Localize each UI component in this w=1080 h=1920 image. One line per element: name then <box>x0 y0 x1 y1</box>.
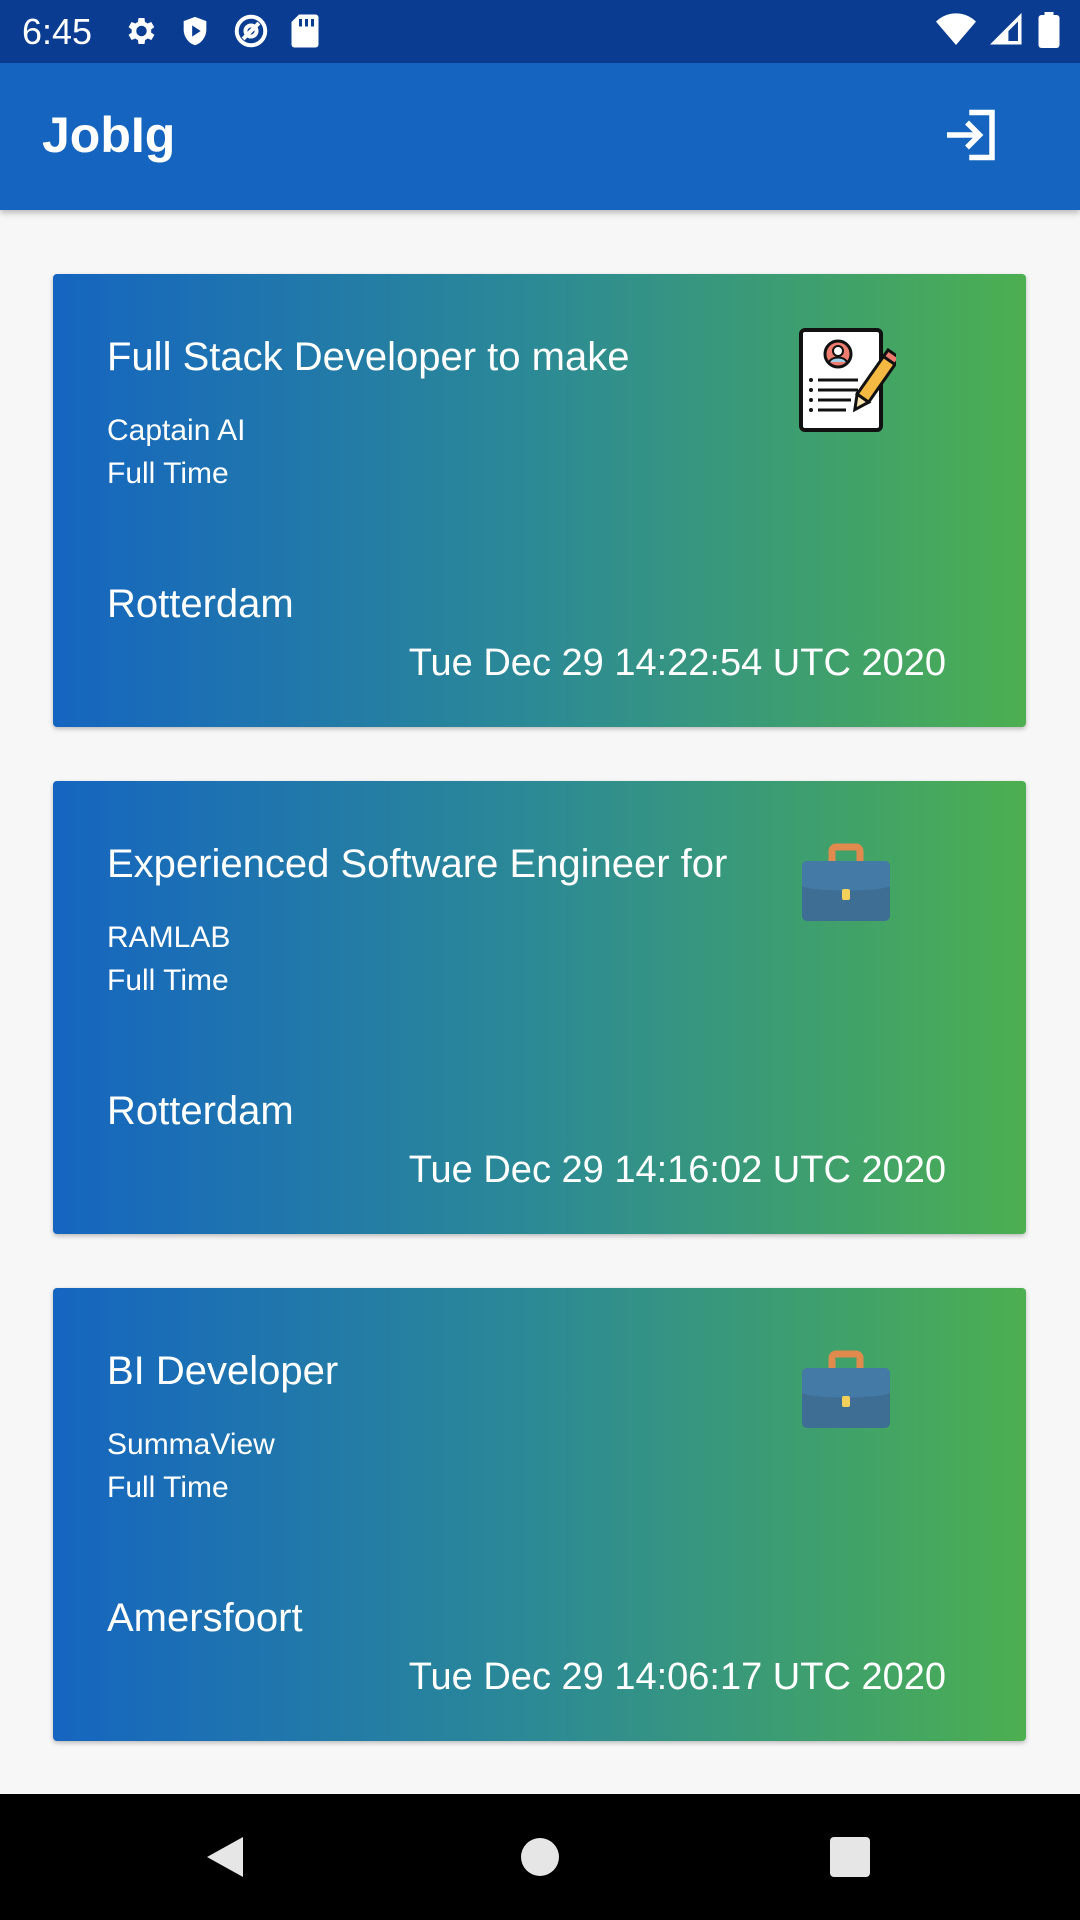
job-location: Rotterdam <box>107 582 294 626</box>
back-button[interactable] <box>192 1824 258 1890</box>
back-icon <box>207 1837 243 1877</box>
job-title: Full Stack Developer to make <box>107 335 630 379</box>
job-date: Tue Dec 29 14:06:17 UTC 2020 <box>408 1656 946 1698</box>
app-bar: JobIg <box>0 63 1080 210</box>
job-card[interactable]: BI Developer SummaView Full Time Amersfo… <box>53 1288 1026 1741</box>
job-card[interactable]: Full Stack Developer to make Captain AI … <box>53 274 1026 727</box>
job-type: Full Time <box>107 457 229 490</box>
login-button[interactable] <box>940 103 1004 167</box>
job-company: RAMLAB <box>107 921 231 954</box>
sd-card-icon <box>291 14 319 48</box>
job-card[interactable]: Experienced Software Engineer for RAMLAB… <box>53 781 1026 1234</box>
battery-icon <box>1038 12 1060 48</box>
resume-icon <box>799 328 896 432</box>
job-title: BI Developer <box>107 1349 339 1393</box>
at-sign-icon <box>234 14 268 48</box>
job-location: Rotterdam <box>107 1089 294 1133</box>
briefcase-icon <box>802 843 890 921</box>
briefcase-icon <box>802 1350 890 1428</box>
job-date: Tue Dec 29 14:22:54 UTC 2020 <box>408 642 946 684</box>
gear-icon <box>128 17 155 45</box>
status-right-icons <box>936 12 1060 48</box>
job-list: Full Stack Developer to make Captain AI … <box>53 274 1026 1795</box>
job-location: Amersfoort <box>107 1596 303 1640</box>
app-title: JobIg <box>42 107 176 163</box>
job-company: Captain AI <box>107 414 246 447</box>
recents-button[interactable] <box>817 1824 883 1890</box>
job-type: Full Time <box>107 964 229 997</box>
signal-icon <box>990 13 1022 45</box>
recents-icon <box>830 1837 870 1877</box>
status-left-icons <box>122 12 320 50</box>
status-time: 6:45 <box>22 11 93 52</box>
job-company: SummaView <box>107 1428 275 1461</box>
navigation-bar <box>0 1794 1080 1920</box>
login-icon <box>947 109 995 161</box>
wifi-icon <box>936 13 976 45</box>
home-button[interactable] <box>507 1824 573 1890</box>
shield-icon <box>183 16 207 46</box>
job-title: Experienced Software Engineer for <box>107 842 728 886</box>
home-icon <box>521 1838 559 1876</box>
job-type: Full Time <box>107 1471 229 1504</box>
status-bar: 6:45 <box>0 0 1080 63</box>
job-date: Tue Dec 29 14:16:02 UTC 2020 <box>408 1149 946 1191</box>
